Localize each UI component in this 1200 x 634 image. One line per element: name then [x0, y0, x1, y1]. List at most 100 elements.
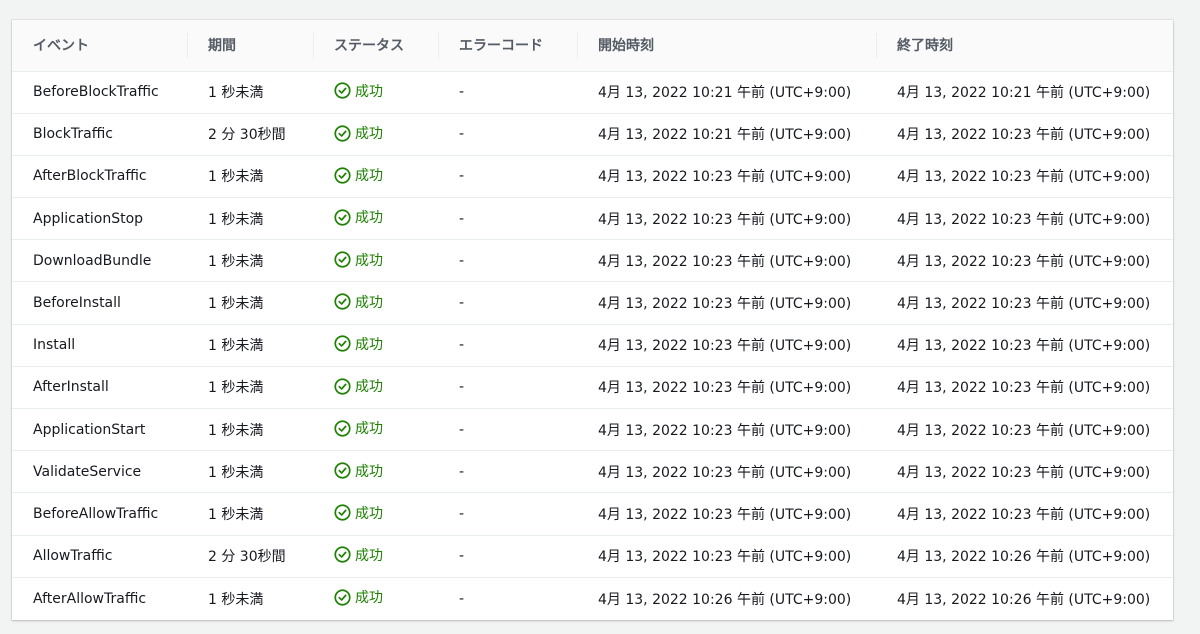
- table-row: ApplicationStart 1 秒未満 成功 -4月 13, 2022 10:2…: [12, 408, 1173, 452]
- start-time-cell: 4月 13, 2022 10:23 午前 (UTC+9:00): [577, 450, 876, 494]
- status-label: 成功: [355, 379, 383, 396]
- table-row: AfterBlockTraffic 1 秒未満 成功 -4月 13, 2022 10:…: [12, 155, 1173, 199]
- end-time-cell: 4月 13, 2022 10:26 午前 (UTC+9:00): [876, 535, 1173, 578]
- event-name-cell: BeforeBlockTraffic: [12, 71, 187, 114]
- end-time-cell: 4月 13, 2022 10:23 午前 (UTC+9:00): [876, 197, 1173, 241]
- check-circle-icon: [334, 209, 351, 226]
- duration-cell: 1 秒未満: [187, 239, 313, 283]
- duration-cell: 1 秒未満: [208, 591, 264, 608]
- duration-cell: 1 秒未満: [187, 71, 313, 114]
- status-cell: 成功: [313, 366, 438, 410]
- column-header-end-time: 終了時刻: [876, 20, 1173, 72]
- status-cell: 成功: [313, 71, 438, 114]
- end-time-cell: 4月 13, 2022 10:23 午前 (UTC+9:00): [876, 281, 1173, 325]
- column-header-event: イベント: [12, 20, 187, 72]
- status-cell: 成功: [313, 197, 438, 241]
- status-badge: 成功: [334, 334, 383, 354]
- status-label: 成功: [355, 294, 383, 311]
- table-row: BeforeBlockTraffic 1 秒未満 成功 -4月 13, 2022 10…: [12, 71, 1173, 114]
- event-name-cell: AfterAllowTraffic: [33, 590, 147, 607]
- error-code-cell: -: [438, 113, 577, 156]
- end-time-cell: 4月 13, 2022 10:23 午前 (UTC+9:00): [876, 450, 1173, 494]
- table-body: BeforeBlockTraffic 1 秒未満 成功 -4月 13, 2022 10…: [12, 71, 1173, 619]
- error-code-cell: -: [438, 71, 577, 114]
- duration-cell: 1 秒未満: [187, 366, 313, 410]
- table-header-row: イベント 期間 ステータス エラーコード 開始時刻 終了時刻: [12, 20, 1173, 72]
- check-circle-icon: [334, 546, 351, 563]
- event-name-cell: BeforeInstall: [12, 281, 187, 325]
- status-badge: 成功: [334, 587, 383, 607]
- check-circle-icon: [334, 335, 351, 353]
- start-time-cell: 4月 13, 2022 10:23 午前 (UTC+9:00): [577, 197, 876, 241]
- status-cell: 成功: [313, 281, 438, 325]
- table-row: BlockTraffic 2 分 30秒間 成功 -4月 13, 2022 10:21…: [12, 113, 1173, 156]
- status-label: 成功: [355, 252, 383, 269]
- status-cell: 成功: [313, 113, 438, 156]
- status-cell: 成功: [313, 450, 438, 494]
- status-label: 成功: [355, 168, 383, 185]
- end-time-cell: 4月 13, 2022 10:23 午前 (UTC+9:00): [876, 366, 1173, 410]
- check-circle-icon: [334, 462, 351, 479]
- error-code-cell: -: [438, 535, 577, 578]
- check-circle-icon: [334, 124, 351, 142]
- error-code-cell: -: [438, 492, 577, 536]
- status-badge: 成功: [334, 81, 383, 101]
- error-code-cell: -: [438, 366, 577, 410]
- status-cell: 成功: [313, 324, 438, 367]
- duration-cell: 2 分 30秒間: [187, 113, 313, 156]
- check-circle-icon: [334, 378, 351, 395]
- duration-cell: 1 秒未満: [187, 408, 313, 452]
- status-badge: 成功: [334, 123, 383, 143]
- status-label: 成功: [355, 83, 383, 100]
- end-time-cell: 4月 13, 2022 10:23 午前 (UTC+9:00): [876, 492, 1173, 536]
- end-time-cell: 4月 13, 2022 10:23 午前 (UTC+9:00): [876, 113, 1173, 156]
- end-time-cell: 4月 13, 2022 10:23 午前 (UTC+9:00): [876, 408, 1173, 452]
- status-badge: 成功: [334, 418, 383, 438]
- duration-cell: 1 秒未満: [187, 450, 313, 494]
- deployment-events-panel: イベント 期間 ステータス エラーコード 開始時刻 終了時刻 BeforeBlo…: [12, 20, 1173, 620]
- status-label: 成功: [355, 210, 383, 227]
- table-row: Install 1 秒未満 成功 -4月 13, 2022 10:23 午前 (UTC…: [12, 324, 1173, 367]
- status-label: 成功: [355, 547, 383, 564]
- events-table: イベント 期間 ステータス エラーコード 開始時刻 終了時刻 BeforeBlo…: [12, 20, 1173, 619]
- status-badge: 成功: [334, 503, 383, 523]
- duration-cell: 1 秒未満: [187, 197, 313, 241]
- end-time-cell: 4月 13, 2022 10:26 午前 (UTC+9:00): [897, 591, 1151, 608]
- start-time-cell: 4月 13, 2022 10:23 午前 (UTC+9:00): [577, 281, 876, 325]
- start-time-cell: 4月 13, 2022 10:23 午前 (UTC+9:00): [577, 492, 876, 536]
- start-time-cell: 4月 13, 2022 10:23 午前 (UTC+9:00): [577, 408, 876, 452]
- status-cell: 成功: [313, 239, 438, 283]
- check-circle-icon: [334, 504, 351, 521]
- error-code-cell: -: [438, 408, 577, 452]
- error-code-cell: -: [438, 324, 577, 367]
- check-circle-icon: [334, 293, 351, 310]
- table-row: AfterAllowTraffic 1 秒未満 成功 - 4月 13, 2022 10:…: [12, 577, 1173, 619]
- status-label: 成功: [355, 590, 383, 607]
- start-time-cell: 4月 13, 2022 10:23 午前 (UTC+9:00): [577, 535, 876, 578]
- event-name-cell: AfterInstall: [12, 366, 187, 410]
- table-row: ApplicationStop 1 秒未満 成功 -4月 13, 2022 10:23…: [12, 197, 1173, 241]
- error-code-cell: -: [438, 281, 577, 325]
- check-circle-icon: [334, 589, 351, 606]
- check-circle-icon: [334, 420, 351, 437]
- check-circle-icon: [334, 82, 351, 99]
- column-header-duration: 期間: [187, 20, 313, 72]
- check-circle-icon: [334, 167, 351, 184]
- start-time-cell: 4月 13, 2022 10:23 午前 (UTC+9:00): [577, 239, 876, 283]
- event-name-cell: AllowTraffic: [12, 535, 187, 578]
- event-name-cell: BlockTraffic: [12, 113, 187, 156]
- event-name-cell: ApplicationStop: [12, 197, 187, 241]
- error-code-cell: -: [438, 155, 577, 199]
- table-row: ValidateService 1 秒未満 成功 -4月 13, 2022 10:23…: [12, 450, 1173, 494]
- status-label: 成功: [355, 126, 383, 143]
- status-badge: 成功: [334, 165, 383, 185]
- event-name-cell: BeforeAllowTraffic: [12, 492, 187, 536]
- error-code-cell: -: [438, 450, 577, 494]
- status-badge: 成功: [334, 545, 383, 565]
- column-header-status: ステータス: [313, 20, 438, 72]
- error-code-cell: -: [459, 590, 465, 607]
- status-cell: 成功: [313, 492, 438, 536]
- check-circle-icon: [334, 251, 351, 268]
- start-time-cell: 4月 13, 2022 10:26 午前 (UTC+9:00): [598, 591, 852, 608]
- end-time-cell: 4月 13, 2022 10:23 午前 (UTC+9:00): [876, 239, 1173, 283]
